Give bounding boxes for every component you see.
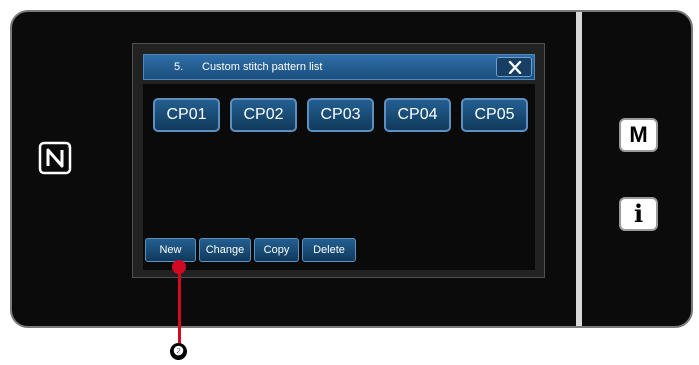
pattern-button-cp03[interactable]: CP03 <box>307 98 374 132</box>
close-icon <box>508 61 522 74</box>
dialog-title: Custom stitch pattern list <box>202 61 323 73</box>
callout-badge: ❷ <box>170 343 187 360</box>
mode-button[interactable]: M <box>619 118 658 152</box>
svg-text:™: ™ <box>67 145 71 150</box>
callout-line <box>178 264 181 344</box>
dialog-titlebar: 5. Custom stitch pattern list <box>143 54 535 80</box>
touch-screen: 5. Custom stitch pattern list CP01 CP02 … <box>132 43 545 278</box>
change-button[interactable]: Change <box>199 238 251 262</box>
delete-button[interactable]: Delete <box>302 238 356 262</box>
pattern-button-cp01[interactable]: CP01 <box>153 98 220 132</box>
info-button[interactable]: i <box>619 197 658 231</box>
pattern-button-cp05[interactable]: CP05 <box>461 98 528 132</box>
new-button[interactable]: New <box>145 238 196 262</box>
pattern-list-area: CP01 CP02 CP03 CP04 CP05 New Change Copy… <box>143 84 535 270</box>
panel-divider <box>576 12 582 326</box>
pattern-button-cp04[interactable]: CP04 <box>384 98 451 132</box>
callout-dot <box>172 260 186 274</box>
nfc-icon: ™ <box>38 141 72 175</box>
copy-button[interactable]: Copy <box>254 238 299 262</box>
close-button[interactable] <box>496 57 532 77</box>
dialog-number: 5. <box>174 61 184 73</box>
pattern-button-cp02[interactable]: CP02 <box>230 98 297 132</box>
